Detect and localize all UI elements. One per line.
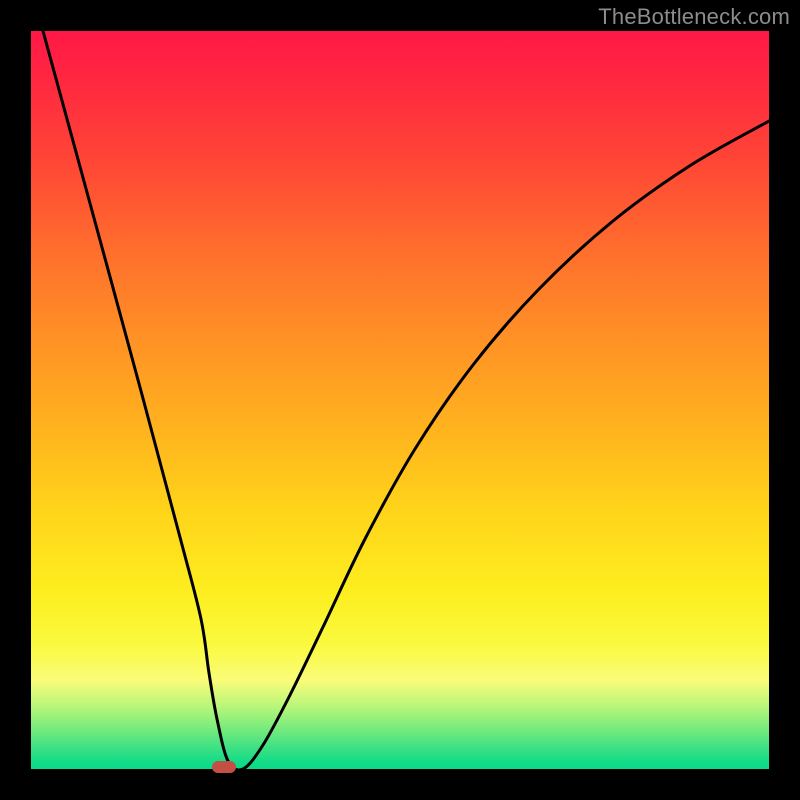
curve-svg: [31, 31, 769, 769]
watermark-text: TheBottleneck.com: [598, 4, 790, 30]
minimum-marker: [212, 761, 236, 773]
bottleneck-curve: [43, 31, 769, 769]
chart-stage: TheBottleneck.com: [0, 0, 800, 800]
